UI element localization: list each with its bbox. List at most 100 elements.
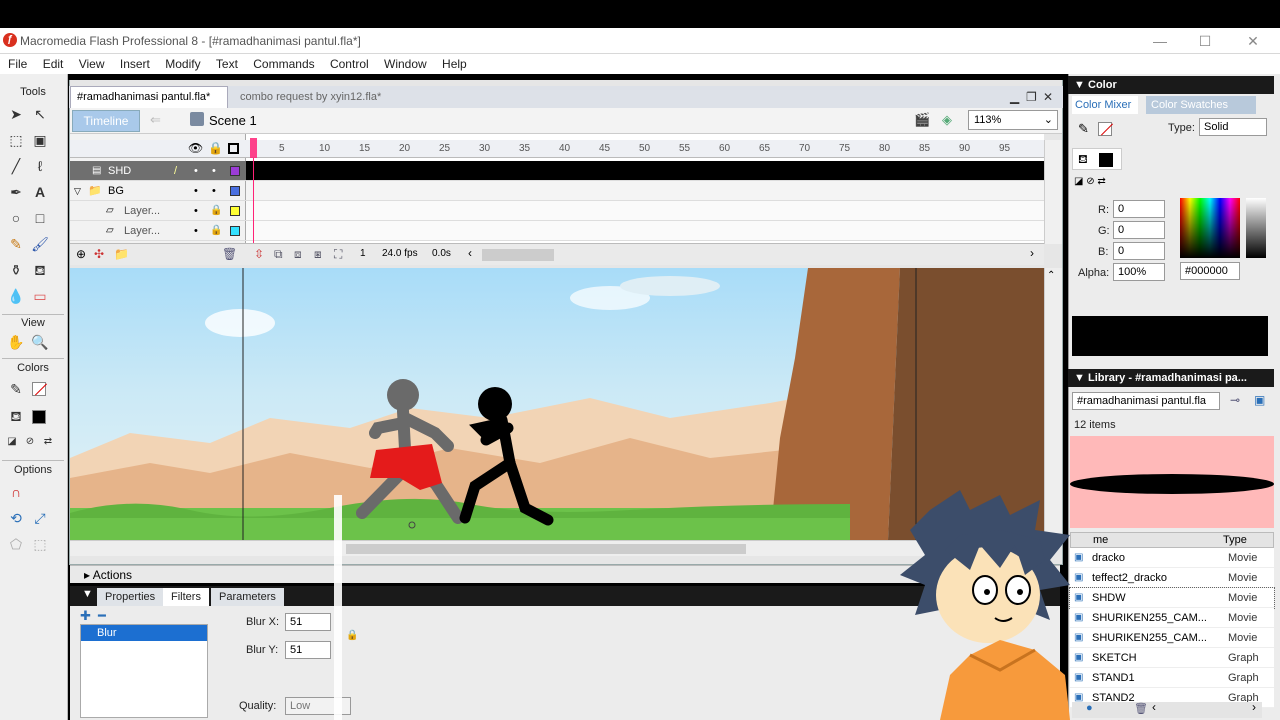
color-panel-header[interactable]: ▼ Color xyxy=(1068,76,1274,94)
col-type[interactable]: Type xyxy=(1223,533,1247,547)
snap-magnet-icon[interactable]: ∩ xyxy=(6,482,26,502)
eraser-icon[interactable]: ▭ xyxy=(30,286,50,306)
collapse-arrow-icon[interactable]: ▼ xyxy=(82,588,93,600)
menu-text[interactable]: Text xyxy=(212,54,242,74)
arrow-tool-icon[interactable]: ➤ xyxy=(6,104,26,124)
menu-help[interactable]: Help xyxy=(438,54,471,74)
fill-color-icon[interactable]: ⛾ xyxy=(6,406,26,426)
text-tool-icon[interactable]: A xyxy=(30,182,50,202)
pencil-tool-icon[interactable]: ✎ xyxy=(6,234,26,254)
tab-color-swatches[interactable]: Color Swatches xyxy=(1146,96,1256,114)
library-item[interactable]: ▣ SHURIKEN255_CAM... Movie xyxy=(1070,608,1274,628)
add-filter-icon[interactable]: ✚ xyxy=(80,608,91,624)
back-arrow-icon[interactable]: ⇐ xyxy=(150,112,161,128)
library-item[interactable]: ▣ SHDW Movie xyxy=(1069,587,1275,609)
stroke-swatch[interactable] xyxy=(32,382,48,396)
paint-bucket-icon[interactable]: ⛾ xyxy=(30,260,50,280)
onion-markers-icon[interactable]: ⛶ xyxy=(334,247,342,262)
oval-tool-icon[interactable]: ○ xyxy=(6,208,26,228)
trash-icon[interactable]: 🗑 xyxy=(1134,702,1148,715)
stage-hscroll[interactable] xyxy=(70,540,1044,556)
timeline-toggle-button[interactable]: Timeline xyxy=(72,110,140,132)
onion-skin-icon[interactable]: ⧉ xyxy=(274,247,283,262)
scroll-right-icon[interactable]: › xyxy=(1252,700,1256,714)
blur-x-input[interactable]: 51 xyxy=(285,613,331,631)
stroke-color-icon[interactable]: ✎ xyxy=(6,379,26,399)
pen-tool-icon[interactable]: ✒ xyxy=(6,182,26,202)
blur-y-input[interactable]: 51 xyxy=(285,641,331,659)
frame-row-layer[interactable] xyxy=(246,221,1044,241)
default-colors-icon[interactable]: ◪ ⊘ ⇄ xyxy=(1074,176,1106,187)
tab-combo-request[interactable]: combo request by xyin12.fla* xyxy=(240,86,381,108)
library-item[interactable]: ▣ teffect2_dracko Movie xyxy=(1070,568,1274,588)
new-library-icon[interactable]: ▣ xyxy=(1254,393,1265,407)
hand-tool-icon[interactable]: ✋ xyxy=(6,332,26,352)
layer-row[interactable]: ▱ Layer... • 🔒 xyxy=(70,221,246,241)
scroll-left-icon[interactable]: ‹ xyxy=(468,246,472,260)
remove-filter-icon[interactable]: ━ xyxy=(98,608,106,624)
swap-colors-icon[interactable]: ⇄ xyxy=(38,432,58,452)
library-doc-select[interactable]: #ramadhanimasi pantul.fla xyxy=(1072,392,1220,410)
distort-option-icon[interactable]: ⬠ xyxy=(6,534,26,554)
tab-properties[interactable]: Properties xyxy=(97,588,164,606)
chevron-down-icon[interactable]: ▽ xyxy=(74,181,81,201)
edit-scene-icon[interactable]: 🎬 xyxy=(914,112,930,128)
menu-insert[interactable]: Insert xyxy=(116,54,154,74)
alpha-input[interactable]: 100% xyxy=(1113,263,1165,281)
rotate-option-icon[interactable]: ⟲ xyxy=(6,508,26,528)
fill-swatch[interactable] xyxy=(32,410,46,424)
add-guide-icon[interactable]: ✣ xyxy=(94,247,104,261)
menu-modify[interactable]: Modify xyxy=(161,54,204,74)
stroke-color-icon[interactable]: ✎ xyxy=(1078,121,1089,137)
type-select[interactable]: Solid xyxy=(1199,118,1267,136)
tab-filters[interactable]: Filters xyxy=(163,588,209,606)
frame-row-layer[interactable] xyxy=(246,201,1044,221)
eye-icon[interactable]: 👁 xyxy=(188,141,203,155)
edit-symbol-icon[interactable]: ◈ xyxy=(942,112,952,128)
lasso-tool-icon[interactable]: ℓ xyxy=(30,156,50,176)
doc-restore-icon[interactable]: ❐ xyxy=(1026,86,1037,108)
stroke-swatch[interactable] xyxy=(1098,122,1114,136)
fill-transform-icon[interactable]: ▣ xyxy=(30,130,50,150)
doc-close-icon[interactable]: ✕ xyxy=(1043,86,1053,108)
timeline-hscroll-thumb[interactable] xyxy=(482,249,554,261)
pin-icon[interactable]: ⊸ xyxy=(1230,393,1240,407)
center-frame-icon[interactable]: ⇳ xyxy=(254,247,264,261)
tab-color-mixer[interactable]: Color Mixer xyxy=(1072,96,1138,114)
add-folder-icon[interactable]: 📁 xyxy=(114,247,129,261)
menu-window[interactable]: Window xyxy=(380,54,431,74)
brightness-slider[interactable] xyxy=(1246,198,1266,258)
zoom-tool-icon[interactable]: 🔍 xyxy=(30,332,50,352)
layer-color-swatch[interactable] xyxy=(230,226,240,236)
frame-row-shd[interactable] xyxy=(246,161,1044,181)
lock-icon[interactable]: 🔒 xyxy=(210,221,222,241)
menu-view[interactable]: View xyxy=(75,54,109,74)
ink-bottle-icon[interactable]: ⚱ xyxy=(6,260,26,280)
brush-tool-icon[interactable]: 🖌 xyxy=(30,234,50,254)
maximize-icon[interactable]: ☐ xyxy=(1190,31,1220,51)
scale-option-icon[interactable]: ⤢ xyxy=(30,508,50,528)
layer-row[interactable]: ▱ Layer... • 🔒 xyxy=(70,201,246,221)
add-layer-icon[interactable]: ⊕ xyxy=(76,247,86,261)
doc-minimize-icon[interactable]: ▁ xyxy=(1010,86,1019,108)
lock-icon[interactable]: 🔒 xyxy=(208,141,223,155)
menu-file[interactable]: File xyxy=(4,54,31,74)
onion-outline-icon[interactable]: ⧈ xyxy=(294,247,302,262)
edit-multiple-icon[interactable]: ⧆ xyxy=(314,247,322,262)
library-item[interactable]: ▣ dracko Movie xyxy=(1070,548,1274,568)
library-item[interactable]: ▣ SKETCH Graph xyxy=(1070,648,1274,668)
tab-ramadhanimasi[interactable]: #ramadhanimasi pantul.fla* xyxy=(70,86,228,108)
zoom-select[interactable]: 113% ⌄ xyxy=(968,110,1058,130)
frame-row-bg[interactable] xyxy=(246,181,1044,201)
no-color-icon[interactable]: ⊘ xyxy=(20,432,40,452)
layer-color-swatch[interactable] xyxy=(230,206,240,216)
lock-icon[interactable]: 🔒 xyxy=(210,201,222,221)
envelope-option-icon[interactable]: ⬚ xyxy=(30,534,50,554)
g-input[interactable]: 0 xyxy=(1113,221,1165,239)
library-item[interactable]: ▣ STAND1 Graph xyxy=(1070,668,1274,688)
minimize-icon[interactable]: — xyxy=(1145,31,1175,51)
menu-commands[interactable]: Commands xyxy=(249,54,318,74)
scroll-left-icon[interactable]: ‹ xyxy=(1152,700,1156,714)
menu-control[interactable]: Control xyxy=(326,54,373,74)
eyedropper-icon[interactable]: 💧 xyxy=(6,286,26,306)
